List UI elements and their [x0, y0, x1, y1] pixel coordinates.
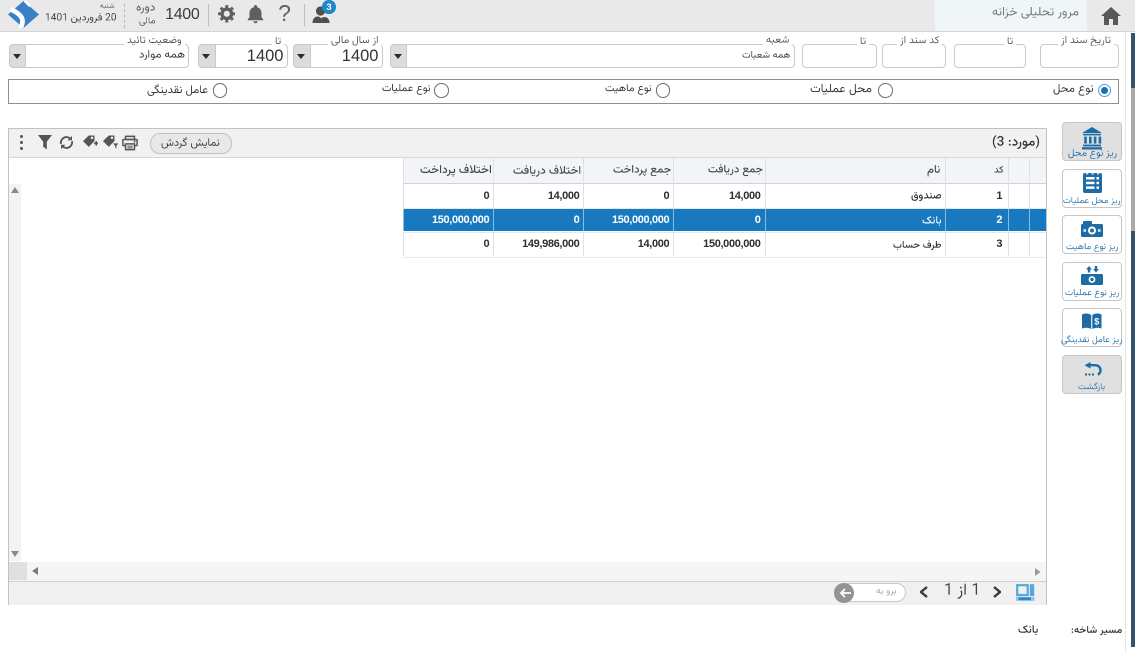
svg-text:$: $: [1094, 317, 1099, 327]
